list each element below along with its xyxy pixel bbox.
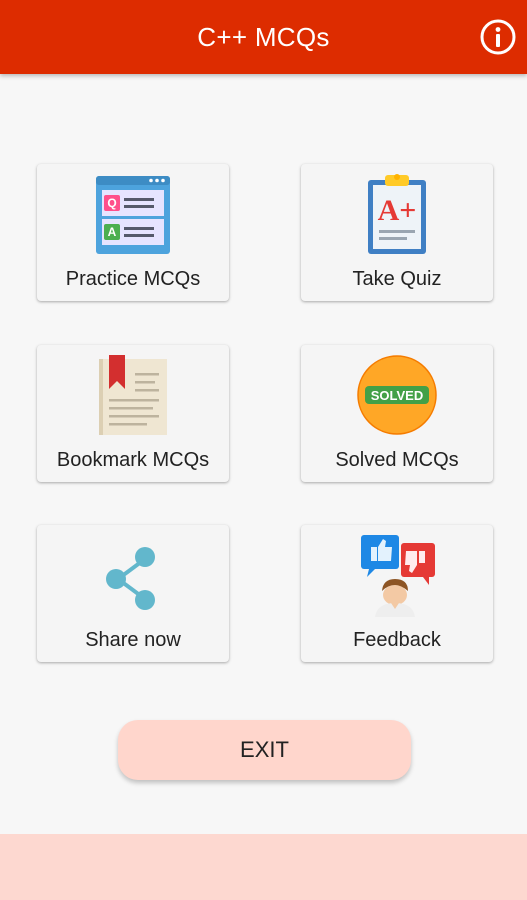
solved-mcqs-card[interactable]: SOLVED Solved MCQs <box>301 345 493 482</box>
practice-mcqs-label: Practice MCQs <box>65 268 201 290</box>
menu-grid: Q A Practice MCQs A+ Take Quiz Bookmark … <box>0 0 527 700</box>
a-letter: A <box>108 225 117 239</box>
solved-badge-icon: SOLVED <box>355 353 439 437</box>
share-now-label: Share now <box>85 629 181 651</box>
feedback-card[interactable]: Feedback <box>301 525 493 662</box>
practice-mcqs-card[interactable]: Q A Practice MCQs <box>37 164 229 301</box>
q-letter: Q <box>107 196 116 210</box>
feedback-label: Feedback <box>353 629 441 651</box>
qa-cards-icon: Q A <box>91 172 175 256</box>
take-quiz-card[interactable]: A+ Take Quiz <box>301 164 493 301</box>
bookmark-mcqs-card[interactable]: Bookmark MCQs <box>37 345 229 482</box>
grade-text: A+ <box>378 194 417 227</box>
solved-mcqs-label: Solved MCQs <box>335 449 459 471</box>
footer-band <box>0 834 527 900</box>
clipboard-grade-icon: A+ <box>355 172 439 256</box>
bookmark-book-icon <box>91 353 175 437</box>
share-now-card[interactable]: Share now <box>37 525 229 662</box>
share-icon <box>91 533 175 617</box>
bookmark-mcqs-label: Bookmark MCQs <box>56 449 210 471</box>
feedback-icon <box>355 533 439 617</box>
solved-text: SOLVED <box>371 388 424 403</box>
take-quiz-label: Take Quiz <box>352 268 442 290</box>
exit-button[interactable]: EXIT <box>118 720 411 780</box>
